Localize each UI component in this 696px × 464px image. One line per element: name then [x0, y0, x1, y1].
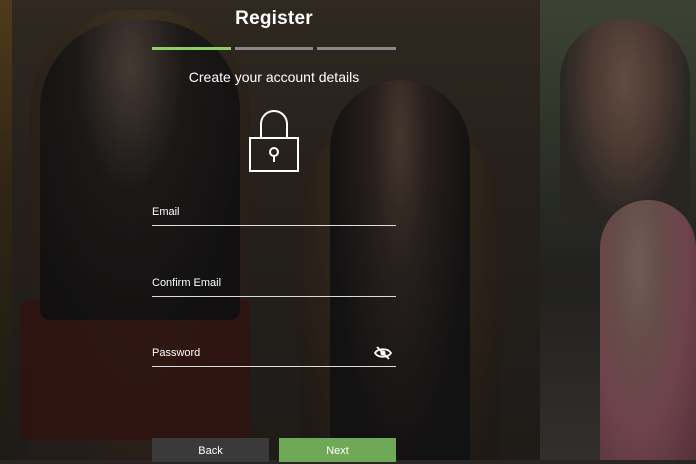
form-subtitle: Create your account details: [188, 69, 360, 85]
password-underline: [152, 366, 396, 367]
email-input[interactable]: [152, 208, 372, 224]
email-field[interactable]: Email: [152, 206, 396, 226]
eye-slash-icon[interactable]: [374, 346, 392, 360]
confirm-email-field[interactable]: Confirm Email: [152, 277, 396, 297]
progress-step-3: [317, 47, 397, 50]
next-button[interactable]: Next: [279, 438, 396, 462]
padlock-icon: [249, 110, 299, 172]
password-field[interactable]: Password: [152, 346, 396, 367]
confirm-email-input[interactable]: [152, 279, 372, 295]
page-title: Register: [235, 8, 313, 29]
progress-step-2: [234, 47, 314, 50]
back-button[interactable]: Back: [152, 438, 269, 462]
step-progress: [152, 47, 397, 50]
progress-step-1: [152, 47, 231, 50]
confirm-email-underline: [152, 296, 396, 297]
email-underline: [152, 225, 396, 226]
password-input[interactable]: [152, 349, 372, 365]
